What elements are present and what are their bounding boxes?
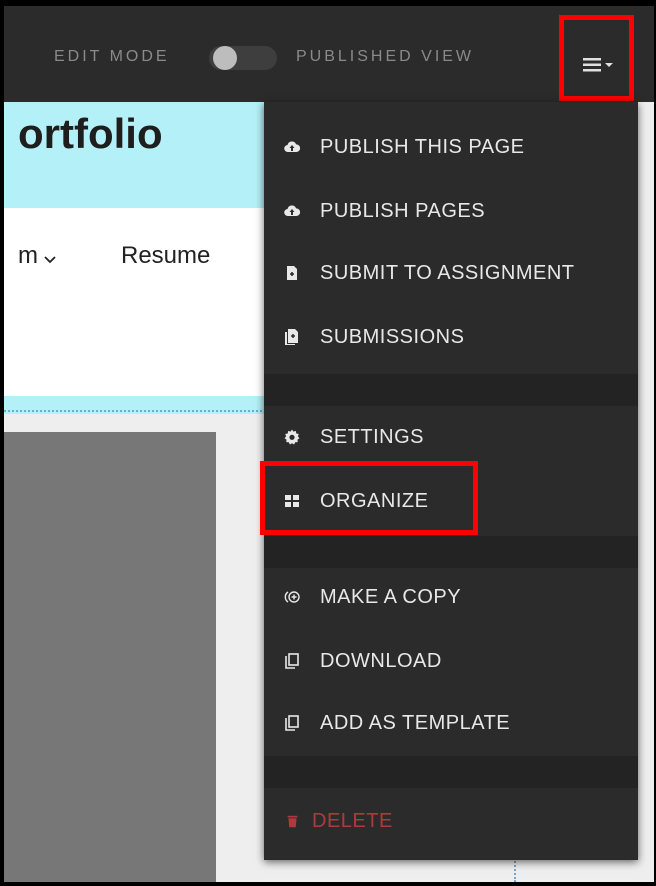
section-divider [4, 410, 266, 412]
column-guide [514, 858, 516, 882]
content-image-placeholder [4, 432, 216, 882]
menu-separator [264, 374, 638, 406]
published-view-label: PUBLISHED VIEW [296, 48, 475, 65]
hamburger-icon [583, 58, 613, 72]
nav-item-dropdown[interactable]: m [18, 242, 56, 271]
menu-item-download[interactable]: DOWNLOAD [264, 634, 638, 690]
files-icon [285, 329, 298, 345]
app-frame: ortfolio m Resume EDIT MODE PUBLISHED VI… [4, 6, 654, 882]
menu-item-label: PUBLISH THIS PAGE [320, 136, 525, 158]
menu-item-make-a-copy[interactable]: MAKE A COPY [264, 570, 638, 626]
menu-item-label: SUBMIT TO ASSIGNMENT [320, 262, 575, 284]
menu-item-publish-this-page[interactable]: PUBLISH THIS PAGE [264, 120, 638, 176]
menu-item-label: ADD AS TEMPLATE [320, 712, 511, 734]
gear-icon [284, 429, 300, 445]
menu-separator [264, 536, 638, 568]
nav-band [4, 208, 266, 398]
menu-item-add-as-template[interactable]: ADD AS TEMPLATE [264, 696, 638, 752]
menu-item-label: SUBMISSIONS [320, 326, 465, 348]
copy-add-icon [284, 591, 300, 603]
mode-toggle[interactable] [209, 46, 277, 70]
organize-highlight-box [260, 461, 478, 535]
menu-item-submissions[interactable]: SUBMISSIONS [264, 310, 638, 366]
nav-item-label: m [18, 242, 38, 269]
menu-item-label: MAKE A COPY [320, 586, 462, 608]
menu-item-label: PUBLISH PAGES [320, 200, 486, 222]
menu-item-label: SETTINGS [320, 426, 425, 448]
menu-item-settings[interactable]: SETTINGS [264, 410, 638, 466]
edit-mode-label: EDIT MODE [54, 48, 170, 65]
file-submit-icon [287, 266, 297, 280]
trash-icon [287, 815, 298, 828]
top-toolbar: EDIT MODE PUBLISHED VIEW [4, 6, 654, 102]
cloud-upload-icon [284, 205, 300, 217]
cloud-upload-icon [284, 141, 300, 153]
toggle-knob [213, 46, 237, 70]
menu-item-delete[interactable]: DELETE [264, 794, 638, 850]
chevron-down-icon [44, 243, 56, 271]
menu-item-publish-pages[interactable]: PUBLISH PAGES [264, 184, 638, 240]
copy-icon [285, 653, 299, 669]
hamburger-menu-button[interactable] [559, 15, 634, 101]
nav-item-resume[interactable]: Resume [121, 242, 210, 270]
menu-item-label: DELETE [312, 810, 393, 832]
page-title: ortfolio [18, 110, 163, 157]
menu-separator [264, 756, 638, 788]
menu-item-label: DOWNLOAD [320, 650, 442, 672]
menu-item-submit-to-assignment[interactable]: SUBMIT TO ASSIGNMENT [264, 246, 638, 302]
copy-icon [285, 715, 299, 731]
